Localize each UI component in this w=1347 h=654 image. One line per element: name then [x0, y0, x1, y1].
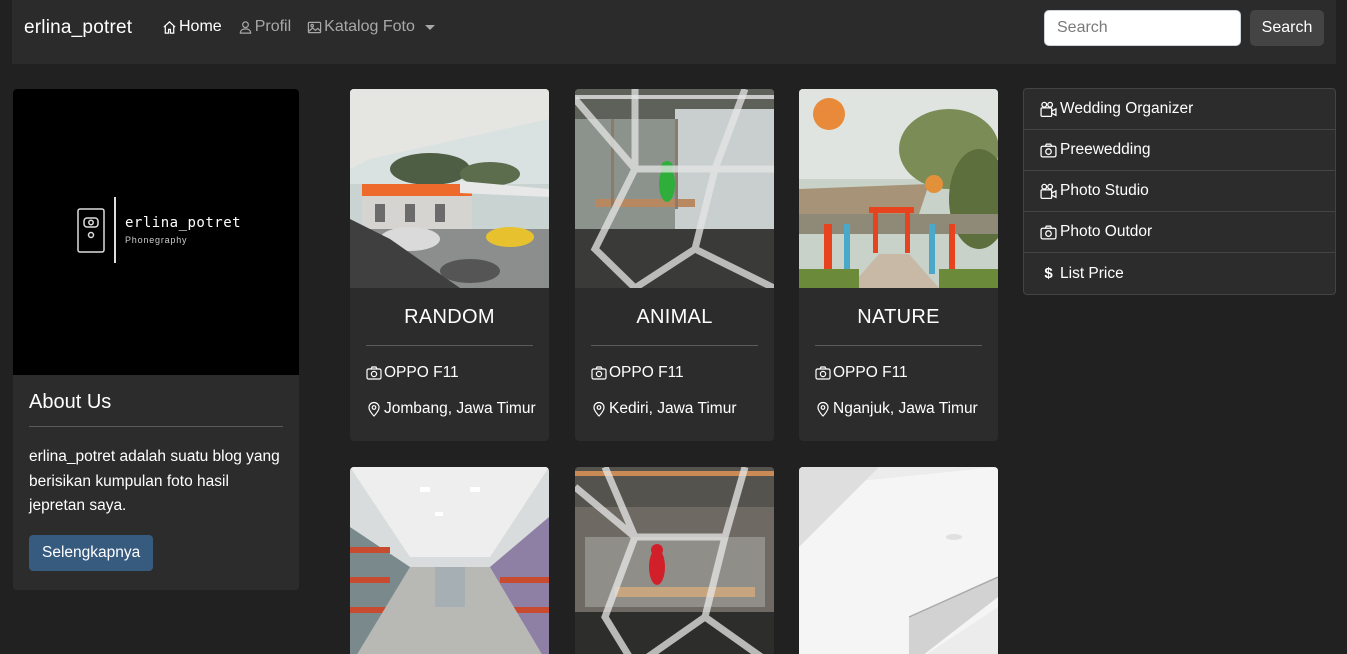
- red-parrot-photo: [575, 467, 774, 654]
- image-icon: [307, 21, 322, 33]
- category-list: Wedding Organizer Preewedding Photo Stud…: [1023, 88, 1336, 295]
- camera-icon: [1040, 224, 1057, 240]
- camera-icon: [591, 366, 607, 380]
- card-location: Nganjuk, Jawa Timur: [799, 400, 998, 418]
- card-divider: [591, 345, 758, 346]
- search-input[interactable]: [1044, 10, 1241, 46]
- camera-icon: [1040, 142, 1057, 158]
- location-pin-icon: [368, 401, 380, 417]
- photo-card[interactable]: [799, 467, 998, 654]
- photo-card[interactable]: [575, 467, 774, 654]
- white-ceiling-photo: [799, 467, 998, 654]
- list-item-wedding-organizer[interactable]: Wedding Organizer: [1024, 89, 1335, 130]
- card-camera: OPPO F11: [350, 364, 549, 382]
- store-aisle-photo: [350, 467, 549, 654]
- phone-camera-icon: [77, 207, 105, 253]
- card-title: ANIMAL: [636, 306, 713, 328]
- list-item-label: Photo Outdor: [1060, 223, 1153, 240]
- house-icon: [163, 20, 176, 34]
- location-pin-icon: [593, 401, 605, 417]
- photo-card[interactable]: [350, 467, 549, 654]
- list-item-label: List Price: [1060, 264, 1124, 282]
- list-item-photo-studio[interactable]: Photo Studio: [1024, 171, 1335, 212]
- brand-logo: erlina_potret Phonegraphy: [77, 197, 241, 263]
- card-camera-label: OPPO F11: [833, 364, 908, 381]
- person-icon: [239, 20, 251, 34]
- logo-title: erlina_potret: [125, 215, 242, 231]
- card-location: Kediri, Jawa Timur: [575, 400, 774, 418]
- logo-subtitle: Phonegraphy: [125, 235, 188, 245]
- list-item-label: Wedding Organizer: [1060, 100, 1194, 117]
- location-pin-icon: [817, 401, 829, 417]
- card-camera-label: OPPO F11: [384, 364, 459, 381]
- list-item-label: Photo Studio: [1060, 182, 1149, 199]
- parking-lot-photo: [350, 89, 549, 288]
- card-camera: OPPO F11: [799, 364, 998, 382]
- list-item-list-price[interactable]: $ List Price: [1024, 253, 1335, 294]
- camera-reels-icon: [1040, 183, 1057, 199]
- nav-katalog-dropdown[interactable]: Katalog Foto: [307, 18, 435, 36]
- card-location: Jombang, Jawa Timur: [350, 400, 549, 418]
- torii-garden-photo: [799, 89, 998, 288]
- card-divider: [815, 345, 982, 346]
- card-title: RANDOM: [404, 306, 495, 328]
- nav-home[interactable]: Home: [162, 18, 222, 36]
- selengkapnya-button[interactable]: Selengkapnya: [29, 534, 154, 571]
- card-location-label: Jombang, Jawa Timur: [384, 400, 536, 417]
- nav-profil[interactable]: Profil: [238, 18, 291, 36]
- chevron-down-icon: [424, 24, 435, 30]
- photo-card-random[interactable]: RANDOM OPPO F11 Jombang, Jawa Timur: [350, 89, 549, 441]
- camera-icon: [815, 366, 831, 380]
- photo-card-nature[interactable]: NATURE OPPO F11 Nganjuk, Jawa Timur: [799, 89, 998, 441]
- brand-link[interactable]: erlina_potret: [24, 17, 132, 39]
- about-title: About Us: [29, 391, 283, 427]
- nav-katalog-label: Katalog Foto: [324, 18, 415, 35]
- list-item-preewedding[interactable]: Preewedding: [1024, 130, 1335, 171]
- about-logo-image: erlina_potret Phonegraphy: [13, 89, 299, 375]
- nav-home-label: Home: [179, 18, 222, 35]
- card-location-label: Nganjuk, Jawa Timur: [833, 400, 978, 417]
- camera-reels-icon: [1040, 101, 1057, 117]
- about-text: erlina_potret adalah suatu blog yang ber…: [29, 448, 280, 514]
- nav-links: Home Profil Katalog Foto: [162, 18, 435, 36]
- dollar-icon: $: [1044, 265, 1053, 282]
- about-card: erlina_potret Phonegraphy About Us erlin…: [13, 89, 299, 590]
- list-item-label: Preewedding: [1060, 141, 1151, 158]
- card-camera-label: OPPO F11: [609, 364, 684, 381]
- photo-card-animal[interactable]: ANIMAL OPPO F11 Kediri, Jawa Timur: [575, 89, 774, 441]
- search-button[interactable]: Search: [1250, 10, 1324, 46]
- list-item-photo-outdor[interactable]: Photo Outdor: [1024, 212, 1335, 253]
- card-title: NATURE: [857, 306, 940, 328]
- logo-divider: [114, 197, 116, 263]
- nav-profil-label: Profil: [254, 18, 292, 35]
- green-parrot-photo: [575, 89, 774, 288]
- card-location-label: Kediri, Jawa Timur: [609, 400, 737, 417]
- navbar: erlina_potret Home Profil Katalog Foto S…: [12, 0, 1336, 64]
- card-camera: OPPO F11: [575, 364, 774, 382]
- camera-icon: [366, 366, 382, 380]
- card-divider: [366, 345, 533, 346]
